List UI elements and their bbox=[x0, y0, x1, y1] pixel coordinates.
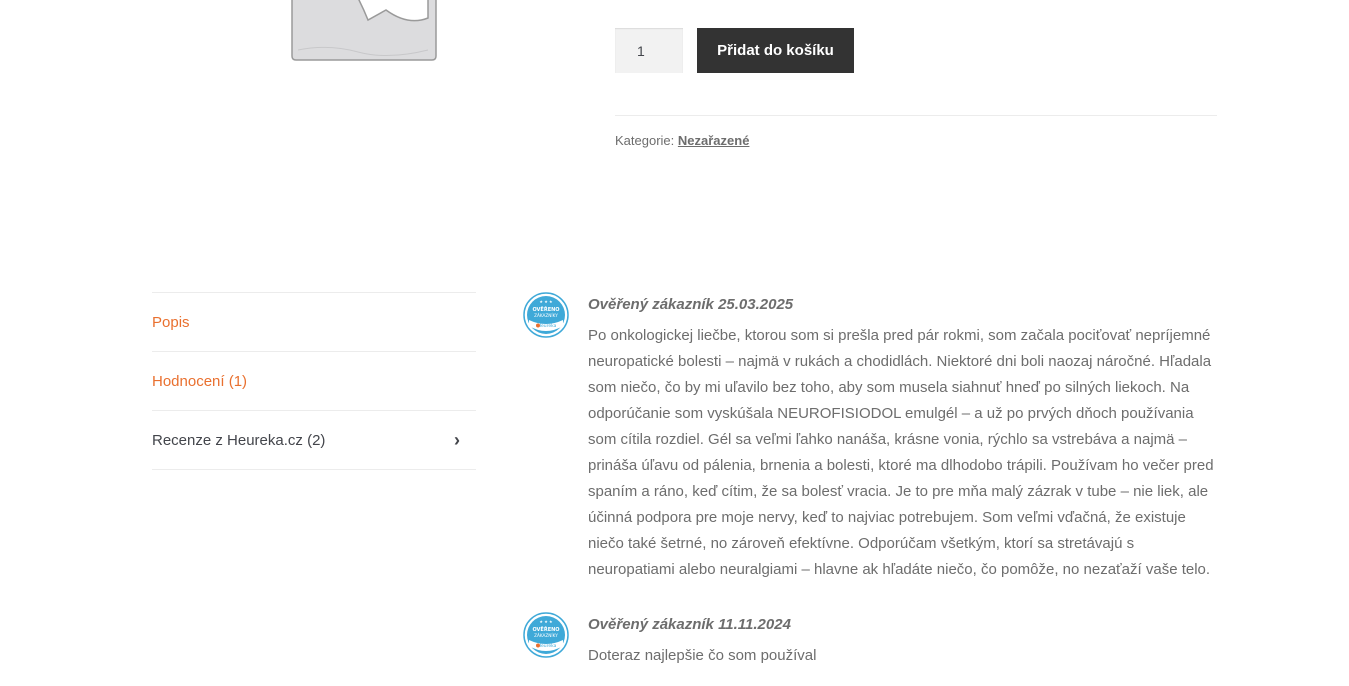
badge-brand: Heureka bbox=[538, 323, 557, 329]
review-body: Ověřený zákazník 25.03.2025 Po onkologic… bbox=[588, 292, 1220, 583]
quantity-input[interactable] bbox=[615, 28, 683, 73]
tab-heureka-reviews[interactable]: Recenze z Heureka.cz (2) › bbox=[152, 411, 476, 470]
tab-label: Popis bbox=[152, 313, 190, 331]
review-text: Doteraz najlepšie čo som používal bbox=[588, 647, 817, 664]
tab-description[interactable]: Popis bbox=[152, 293, 476, 352]
badge-line2: ZÁKAZNÍKY bbox=[534, 313, 558, 318]
svg-text:★ ★ ★: ★ ★ ★ bbox=[539, 619, 553, 624]
category-link[interactable]: Nezařazené bbox=[678, 133, 750, 148]
tab-label: Recenze z Heureka.cz (2) bbox=[152, 431, 326, 449]
tab-label: Hodnocení (1) bbox=[152, 372, 248, 390]
add-to-cart-button[interactable]: Přidat do košíku bbox=[697, 28, 854, 73]
badge-line1: OVĚŘENO bbox=[532, 305, 559, 313]
svg-text:★ ★ ★: ★ ★ ★ bbox=[539, 299, 553, 304]
review-author: Ověřený zákazník 25.03.2025 bbox=[588, 296, 794, 313]
chevron-right-icon: › bbox=[454, 429, 460, 450]
heureka-verified-badge-icon: ★ ★ ★ OVĚŘENO ZÁKAZNÍKY Heureka bbox=[523, 292, 569, 338]
review-body: Ověřený zákazník 11.11.2024 Doteraz najl… bbox=[588, 612, 1220, 669]
product-page: Přidat do košíku Kategorie: Nezařazené P… bbox=[0, 0, 1349, 686]
review-text: Po onkologickej liečbe, ktorou som si pr… bbox=[588, 327, 1214, 578]
heureka-verified-badge-icon: ★ ★ ★ OVĚŘENO ZÁKAZNÍKY Heureka bbox=[523, 612, 569, 658]
review-author: Ověřený zákazník 11.11.2024 bbox=[588, 616, 791, 633]
badge-brand: Heureka bbox=[538, 643, 557, 649]
category-label: Kategorie: bbox=[615, 133, 675, 148]
product-meta: Kategorie: Nezařazené bbox=[615, 133, 749, 148]
badge-line1: OVĚŘENO bbox=[532, 625, 559, 633]
product-tabs: Popis Hodnocení (1) Recenze z Heureka.cz… bbox=[152, 292, 476, 470]
product-placeholder-image bbox=[291, 0, 437, 61]
divider bbox=[615, 115, 1217, 116]
badge-line2: ZÁKAZNÍKY bbox=[534, 633, 558, 638]
tab-reviews[interactable]: Hodnocení (1) bbox=[152, 352, 476, 411]
